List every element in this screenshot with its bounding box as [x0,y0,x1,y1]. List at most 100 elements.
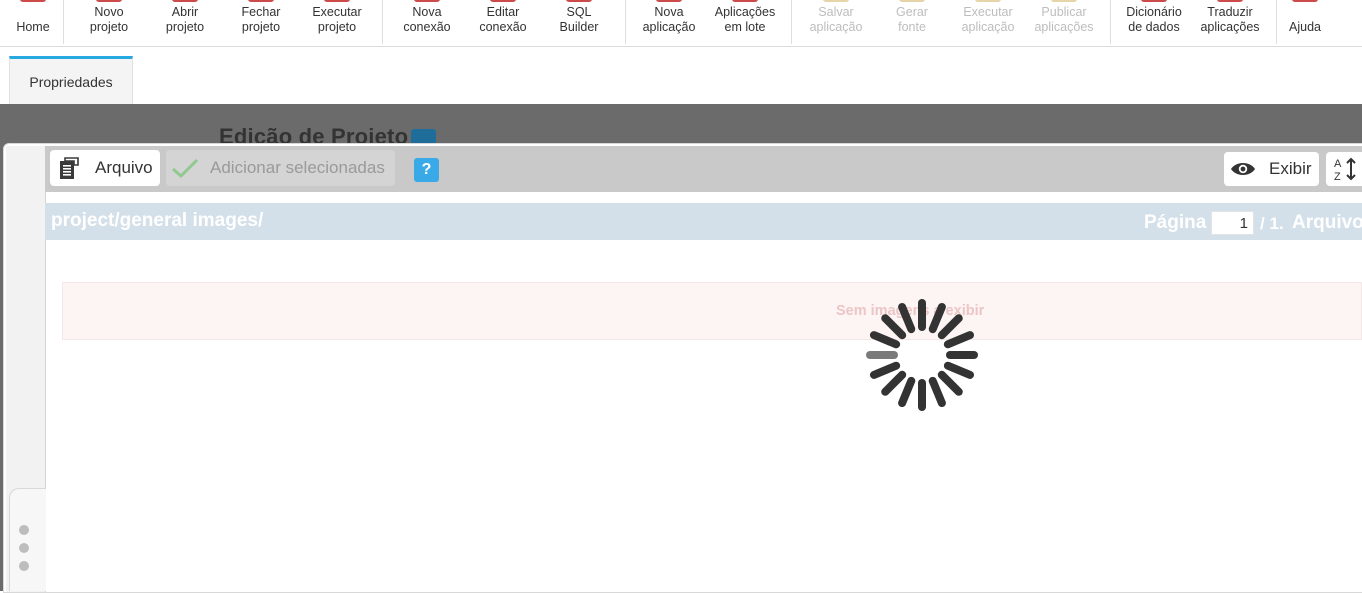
spinner-segment [928,302,946,334]
toolbar-label-line: projeto [89,20,129,34]
svg-text:A: A [1334,158,1342,170]
spinner-segment [881,314,907,340]
toolbar-separator [625,0,626,44]
new-project-icon [96,0,122,2]
svg-text:Z: Z [1334,171,1341,182]
spinner-segment [943,331,975,349]
data-dictionary-icon [1141,0,1167,2]
toolbar-label-line: aplicações [1200,20,1260,34]
check-icon [170,157,200,179]
spinner-segment [898,302,916,334]
toolbar-label-line: SQL [566,5,592,19]
tab-bar: Propriedades [0,47,1362,104]
sort-alpha-icon: A Z [1333,156,1361,183]
spinner-segment [937,370,963,396]
toolbar-label-line: Abrir [171,5,199,19]
publish-applications-icon [1051,0,1077,2]
toolbar-label-line: aplicação [642,20,696,34]
toolbar-new-project-button[interactable]: Novo projeto [69,0,149,46]
toolbar-label-line: aplicação [961,20,1015,34]
add-selected-label: Adicionar selecionadas [210,158,385,177]
toolbar-label-line: conexão [479,20,527,34]
spinner-segment [869,361,901,379]
home-icon [20,0,46,2]
toolbar-label-line: Builder [559,20,599,34]
toolbar-separator [1276,0,1277,44]
toolbar-publish-applications-button[interactable]: Publicar aplicações [1024,0,1104,46]
toolbar-data-dictionary-button[interactable]: Dicionário de dados [1114,0,1194,46]
toolbar-run-application-button[interactable]: Executar aplicação [948,0,1028,46]
toolbar-generate-source-button[interactable]: Gerar fonte [872,0,952,46]
toolbar-open-project-button[interactable]: Abrir projeto [145,0,225,46]
toolbar-label-line: aplicação [809,20,863,34]
help-button[interactable]: ? [414,158,439,182]
sort-button[interactable]: A Z [1326,152,1362,186]
add-selected-button[interactable]: Adicionar selecionadas [166,150,395,186]
toolbar-batch-applications-button[interactable]: Aplicações em lote [705,0,785,46]
spinner-segment [869,331,901,349]
handle-dot [19,525,29,535]
sql-builder-icon [566,0,592,2]
toolbar-label-line: Gerar [896,5,928,19]
page-number-input[interactable] [1211,211,1254,235]
files-label: Arquivo [1292,212,1362,233]
toolbar-separator [1110,0,1111,44]
toolbar-label-line: Publicar [1041,5,1087,19]
toolbar-edit-connection-button[interactable]: Editar conexão [463,0,543,46]
run-application-icon [975,0,1001,2]
toolbar-run-project-button[interactable]: Executar projeto [297,0,377,46]
batch-applications-icon [732,0,758,2]
toolbar-separator [63,0,64,44]
toolbar-label-line: Traduzir [1207,5,1253,19]
toolbar-label-line: Nova [654,5,684,19]
toolbar-label-line: Home [16,20,50,34]
empty-state-box [62,282,1362,340]
toolbar-label-line: Fechar [241,5,281,19]
spinner-segment [898,376,916,408]
toolbar-label-line: Salvar [818,5,854,19]
generate-source-icon [899,0,925,2]
new-application-icon [656,0,682,2]
toolbar-label-line: de dados [1128,20,1180,34]
drag-handle[interactable] [9,488,46,591]
translate-applications-icon [1217,0,1243,2]
current-path: project/general images/ [51,210,264,231]
spinner-segment [943,361,975,379]
toolbar-sql-builder-button[interactable]: SQL Builder [539,0,619,46]
toolbar-label-line: em lote [724,20,766,34]
toolbar-label-line: conexão [403,20,451,34]
toolbar-label-line: Ajuda [1289,20,1321,34]
toolbar-save-application-button[interactable]: Salvar aplicação [796,0,876,46]
toolbar-label-line: Aplicações [714,5,776,19]
view-button[interactable]: Exibir [1224,152,1319,186]
toolbar-label-line: Executar [312,5,362,19]
toolbar-label-line: projeto [241,20,281,34]
toolbar-label-line: projeto [317,20,357,34]
spinner-segment [881,370,907,396]
toolbar-separator [791,0,792,44]
file-button-label: Arquivo [95,158,153,177]
eye-icon [1230,160,1256,178]
toolbar-separator [382,0,383,44]
toolbar-label-line: fonte [898,20,926,34]
main-toolbar: Home Novo projeto Abrir projeto Fechar projeto… [0,0,1362,47]
edit-connection-icon [490,0,516,2]
spinner-segment [937,314,963,340]
toolbar-help-button[interactable]: Ajuda [1265,0,1345,46]
tab-properties[interactable]: Propriedades [9,56,133,104]
toolbar-label-line: Editar [486,5,520,19]
file-button[interactable]: Arquivo [50,150,160,186]
toolbar-close-project-button[interactable]: Fechar projeto [221,0,301,46]
toolbar-translate-applications-button[interactable]: Traduzir aplicações [1190,0,1270,46]
toolbar-new-application-button[interactable]: Nova aplicação [629,0,709,46]
view-button-label: Exibir [1269,159,1312,178]
file-icon [56,155,82,181]
toolbar-new-connection-button[interactable]: Nova conexão [387,0,467,46]
page-label: Página [1144,212,1207,233]
toolbar-label-line: projeto [165,20,205,34]
new-connection-icon [414,0,440,2]
open-project-icon [172,0,198,2]
toolbar-label-line: Dicionário [1126,5,1182,19]
handle-dot [19,561,29,571]
loading-spinner-icon [866,299,978,411]
